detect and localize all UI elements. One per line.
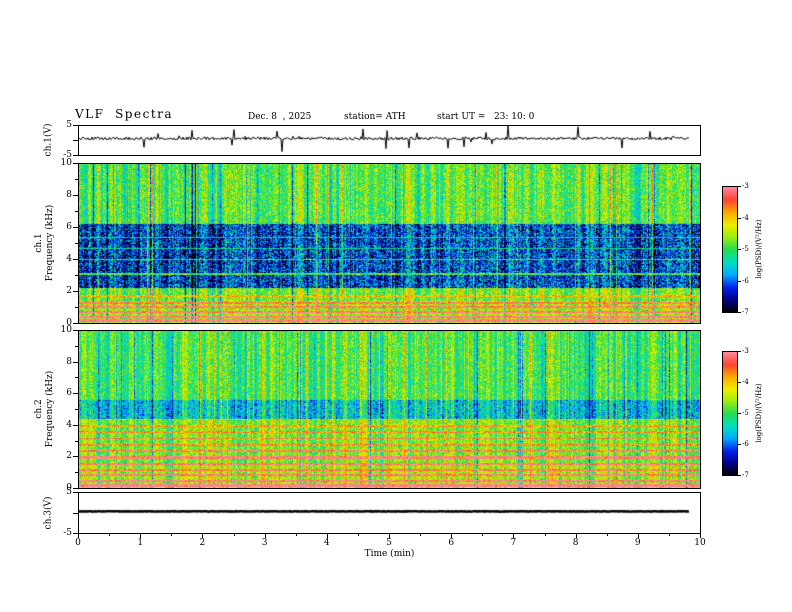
x-tick-label: 6 — [448, 538, 455, 548]
ch2-frequency-axis-label: ch.2 Frequency (kHz) — [34, 371, 56, 448]
y-tick-label: 2 — [66, 286, 72, 296]
x-minor-tick — [482, 534, 484, 536]
ch1-waveform-canvas — [79, 126, 700, 155]
header-date: Dec. 8 , 2025 — [248, 112, 312, 122]
colorbar-tick — [738, 186, 741, 187]
y-tick-label: 0 — [66, 483, 72, 493]
x-tick-label: 0 — [75, 538, 81, 548]
ch1-spectrogram-canvas — [79, 164, 700, 323]
x-minor-tick — [420, 534, 422, 536]
colorbar-tick — [738, 280, 741, 282]
x-major-tick — [389, 534, 390, 538]
y-tick-label: 4 — [66, 254, 72, 264]
colorbar-tick-label: -3 — [742, 347, 749, 355]
colorbar-tick — [738, 249, 741, 250]
colorbar-tick-label: -4 — [742, 213, 749, 222]
colorbar-tick — [738, 382, 741, 383]
ch1-voltage-axis-label: ch.1(V) — [43, 123, 54, 157]
x-major-tick — [326, 534, 328, 538]
x-tick-label: 8 — [572, 538, 579, 548]
ch3-waveform-panel — [78, 492, 701, 534]
x-major-tick — [78, 534, 79, 538]
x-minor-tick — [109, 534, 111, 536]
x-tick-label: 7 — [510, 538, 517, 548]
y-tick-label: 2 — [66, 451, 72, 462]
colorbar-tick — [738, 413, 741, 414]
x-major-tick — [513, 534, 515, 538]
y-tick-label: 4 — [66, 419, 72, 430]
ch2-spectrogram-panel — [78, 330, 701, 489]
x-tick-label: 2 — [199, 538, 206, 548]
x-minor-tick — [544, 534, 546, 536]
x-major-tick — [202, 534, 204, 538]
x-tick-label: 1 — [137, 538, 144, 548]
vlf-spectra-figure: VLF Spectra Dec. 8 , 2025 station= ATH s… — [0, 0, 792, 612]
x-major-tick — [700, 534, 701, 538]
colorbar-tick — [738, 475, 741, 476]
y-tick-label: 5 — [66, 120, 72, 130]
x-minor-tick — [606, 534, 608, 536]
ch2-spectrogram-canvas — [79, 331, 700, 488]
colorbar-tick-label: -5 — [742, 245, 749, 253]
ch1-spectrogram-panel — [78, 163, 701, 324]
colorbar-tick-label: -3 — [742, 182, 749, 190]
colorbar-tick — [738, 351, 741, 352]
y-tick-label: 8 — [66, 356, 72, 367]
x-axis-label: Time (min) — [364, 549, 415, 559]
x-tick-label: 10 — [694, 538, 706, 548]
colorbar-tick-label: -6 — [742, 276, 749, 285]
colorbar-tick — [738, 312, 741, 313]
y-tick-label: -5 — [63, 528, 72, 538]
ch3-waveform-canvas — [79, 493, 700, 533]
x-tick-label: 5 — [386, 538, 392, 548]
x-minor-tick — [171, 534, 173, 536]
header-station: station= ATH — [344, 112, 406, 122]
y-tick-label: -5 — [63, 150, 72, 160]
x-major-tick — [451, 534, 453, 538]
colorbar-tick-label: -4 — [742, 378, 749, 386]
y-tick-label: 5 — [66, 487, 72, 497]
x-minor-tick — [295, 534, 297, 536]
x-tick-label: 3 — [261, 538, 268, 548]
ch2-axis-label-line1: ch.2 — [34, 399, 44, 419]
x-major-tick — [575, 534, 577, 538]
x-tick-label: 9 — [634, 538, 641, 548]
x-major-tick — [140, 534, 142, 538]
x-tick-label: 4 — [323, 538, 330, 548]
ch3-voltage-axis-label: ch.3(V) — [43, 496, 54, 530]
colorbar-tick-label: -7 — [742, 471, 749, 479]
ch2-axis-label-line2: Frequency (kHz) — [45, 370, 55, 448]
header-start-ut: start UT = 23: 10: 0 — [437, 112, 535, 122]
y-tick-label: 0 — [66, 318, 72, 328]
colorbar-ch2-label: log(PSD)/(V²/Hz) — [755, 383, 763, 443]
ch1-axis-label-line1: ch.1 — [34, 233, 44, 253]
colorbar-ch1 — [722, 186, 738, 313]
x-minor-tick — [233, 534, 235, 536]
colorbar-tick-label: -6 — [742, 440, 749, 448]
figure-title: VLF Spectra — [75, 107, 174, 121]
y-tick-label: 6 — [66, 222, 72, 232]
ch1-axis-label-line2: Frequency (kHz) — [45, 204, 55, 282]
colorbar-tick-label: -5 — [742, 409, 749, 417]
x-major-tick — [637, 534, 639, 538]
colorbar-tick-label: -7 — [742, 308, 749, 316]
y-tick-label: 10 — [60, 158, 72, 168]
colorbar-ch1-canvas — [723, 187, 737, 312]
y-tick-label: 6 — [66, 388, 72, 399]
x-minor-tick — [357, 534, 359, 536]
colorbar-ch1-label: log(PSD)/(V²/Hz) — [755, 219, 763, 279]
y-tick-label: 10 — [60, 325, 72, 335]
x-major-tick — [264, 534, 266, 538]
x-minor-tick — [668, 534, 670, 536]
y-tick-label: 8 — [66, 190, 72, 200]
colorbar-tick — [738, 444, 741, 445]
colorbar-ch2 — [722, 351, 738, 476]
ch1-waveform-panel — [78, 125, 701, 156]
colorbar-ch2-canvas — [723, 352, 737, 475]
colorbar-tick — [738, 217, 741, 219]
ch1-frequency-axis-label: ch.1 Frequency (kHz) — [34, 205, 56, 282]
